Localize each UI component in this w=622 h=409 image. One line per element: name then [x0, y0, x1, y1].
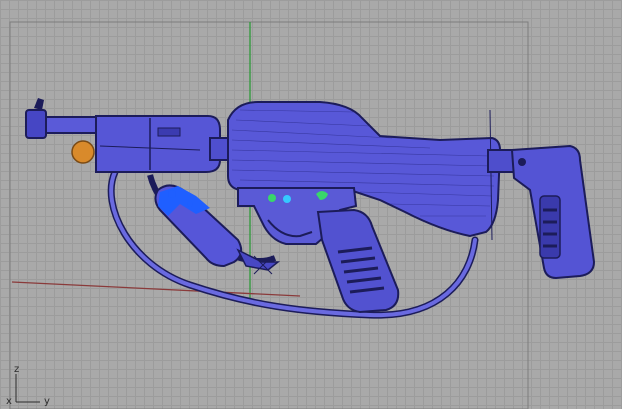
handguard-vent: [157, 127, 181, 137]
front-sight: [34, 98, 44, 110]
gizmo-y-label: y: [44, 396, 50, 407]
stock-pivot: [518, 158, 526, 166]
stock-cutout: [539, 195, 561, 259]
modeling-viewport[interactable]: z x y: [0, 0, 622, 409]
x-axis-line: [11, 281, 301, 297]
muzzle-brake[interactable]: [25, 109, 47, 139]
orange-marker-icon[interactable]: [71, 140, 95, 164]
viewport-canvas[interactable]: [0, 0, 622, 409]
handguard[interactable]: [95, 115, 221, 173]
gizmo-z-label: z: [14, 364, 20, 375]
indicator-cyan-icon[interactable]: [283, 195, 291, 203]
gizmo-x-label: x: [6, 396, 12, 407]
indicator-green-icon[interactable]: [268, 194, 276, 202]
